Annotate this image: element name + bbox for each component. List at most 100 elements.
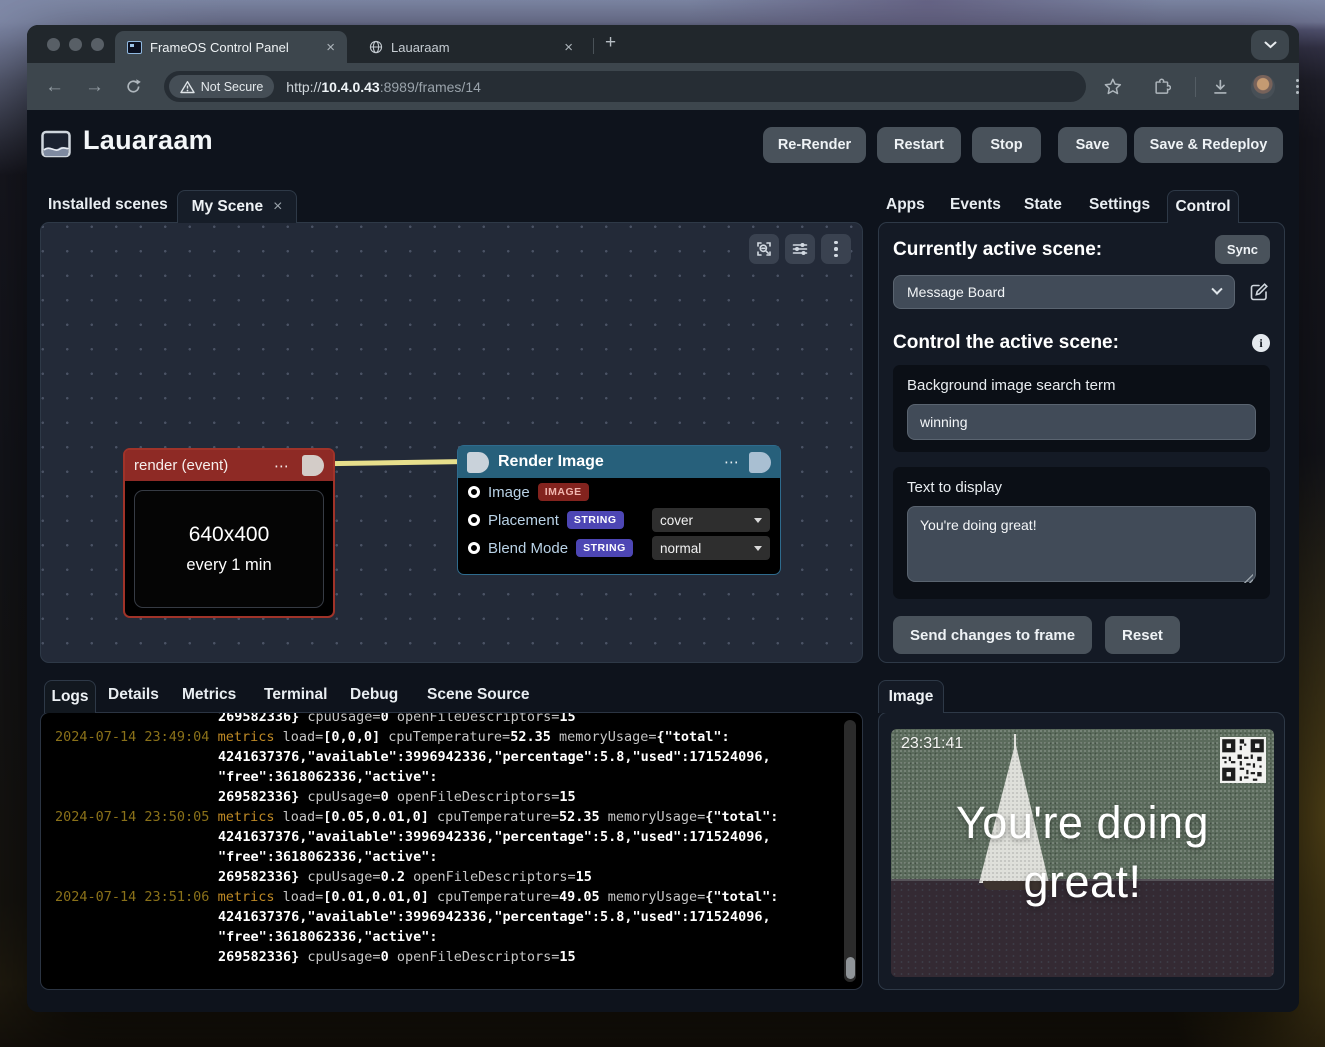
tab-control[interactable]: Control xyxy=(1167,190,1239,223)
downloads-icon[interactable] xyxy=(1211,78,1230,96)
node-title: Render Image xyxy=(498,453,604,471)
not-secure-label: Not Secure xyxy=(201,80,264,94)
browser-toolbar: ← → Not Secure http://10.4.0.43:8989/fra… xyxy=(27,63,1299,110)
kebab-menu-icon xyxy=(834,241,838,258)
preview-timestamp: 23:31:41 xyxy=(901,735,963,753)
log-scrollbar-thumb[interactable] xyxy=(846,957,855,979)
sync-button[interactable]: Sync xyxy=(1215,235,1270,264)
node-render-event[interactable]: render (event) ⋯ 640x400 every 1 min xyxy=(123,448,335,618)
extensions-icon[interactable] xyxy=(1152,77,1171,96)
log-output-panel[interactable]: 269582336} cpuUsage=0 openFileDescriptor… xyxy=(40,712,863,990)
field-input-socket[interactable] xyxy=(468,486,480,498)
tab-events[interactable]: Events xyxy=(950,196,1001,214)
field-type-badge: STRING xyxy=(576,539,633,557)
node-field-blend-mode: Blend Mode STRING normal xyxy=(458,534,780,562)
forward-button[interactable]: → xyxy=(85,77,104,96)
control-panel: Currently active scene: Sync Message Boa… xyxy=(878,222,1285,663)
re-render-button[interactable]: Re-Render xyxy=(763,127,866,163)
field-label: Blend Mode xyxy=(488,540,568,557)
restart-button[interactable]: Restart xyxy=(877,127,961,163)
node-output-connector[interactable] xyxy=(302,455,324,476)
tab-details[interactable]: Details xyxy=(108,686,159,704)
node-input-connector[interactable] xyxy=(467,452,489,473)
save-button[interactable]: Save xyxy=(1058,127,1127,163)
minimize-window-icon[interactable] xyxy=(69,38,82,51)
send-changes-button[interactable]: Send changes to frame xyxy=(893,616,1092,654)
close-scene-tab-icon[interactable]: × xyxy=(273,198,282,216)
not-secure-badge[interactable]: Not Secure xyxy=(169,75,275,98)
placement-select[interactable]: cover xyxy=(652,508,770,532)
url-path: :8989/frames/14 xyxy=(380,79,481,95)
browser-tab-frameos[interactable]: FrameOS Control Panel × xyxy=(115,31,347,63)
node-menu-icon[interactable]: ⋯ xyxy=(724,453,740,471)
back-button[interactable]: ← xyxy=(45,77,64,96)
edit-scene-button[interactable] xyxy=(1248,281,1270,303)
profile-avatar[interactable] xyxy=(1251,75,1275,99)
tab-state[interactable]: State xyxy=(1024,196,1062,214)
browser-tab-lauaraam[interactable]: Lauaraam × xyxy=(357,31,585,63)
warning-icon xyxy=(180,80,195,94)
canvas-settings-button[interactable] xyxy=(785,234,815,264)
close-tab-icon[interactable]: × xyxy=(564,39,573,56)
url-bar[interactable]: Not Secure http://10.4.0.43:8989/frames/… xyxy=(164,71,1086,102)
node-menu-icon[interactable]: ⋯ xyxy=(274,457,290,475)
tab-settings[interactable]: Settings xyxy=(1089,196,1150,214)
overlay-line-2: great! xyxy=(891,852,1274,911)
field-input-socket[interactable] xyxy=(468,514,480,526)
frameos-favicon-icon xyxy=(127,41,142,54)
scene-select-value: Message Board xyxy=(907,284,1005,300)
frameos-logo-icon xyxy=(41,129,71,159)
scene-editor-canvas[interactable]: render (event) ⋯ 640x400 every 1 min Ren… xyxy=(40,222,863,663)
save-redeploy-button[interactable]: Save & Redeploy xyxy=(1134,127,1283,163)
url-scheme: http:// xyxy=(286,79,321,95)
node-render-image-header[interactable]: Render Image ⋯ xyxy=(458,446,780,478)
canvas-menu-button[interactable] xyxy=(821,234,851,264)
node-render-image[interactable]: Render Image ⋯ Image IMAGE Placement STR… xyxy=(457,445,781,575)
tab-separator xyxy=(593,38,594,54)
tab-metrics[interactable]: Metrics xyxy=(182,686,236,704)
tab-logs[interactable]: Logs xyxy=(44,680,96,713)
tab-debug[interactable]: Debug xyxy=(350,686,398,704)
tab-search-button[interactable] xyxy=(1251,30,1289,60)
blend-mode-value: normal xyxy=(660,541,701,556)
log-scrollbar[interactable] xyxy=(844,720,856,982)
node-body: 640x400 every 1 min xyxy=(125,481,333,617)
field-input-socket[interactable] xyxy=(468,542,480,554)
render-interval: every 1 min xyxy=(186,556,271,575)
search-term-input[interactable] xyxy=(907,404,1256,440)
node-render-event-header[interactable]: render (event) ⋯ xyxy=(125,450,333,481)
active-scene-heading: Currently active scene: xyxy=(893,239,1102,261)
tab-my-scene[interactable]: My Scene × xyxy=(177,190,297,223)
text-display-textarea[interactable]: You're doing great! xyxy=(907,506,1256,582)
tab-installed-scenes[interactable]: Installed scenes xyxy=(48,196,168,214)
new-tab-button[interactable]: + xyxy=(605,32,616,54)
reset-button[interactable]: Reset xyxy=(1105,616,1180,654)
stop-button[interactable]: Stop xyxy=(972,127,1041,163)
zoom-fit-icon xyxy=(755,240,773,258)
reload-button[interactable] xyxy=(125,78,142,95)
tab-scene-source[interactable]: Scene Source xyxy=(427,686,530,704)
info-icon[interactable]: i xyxy=(1252,334,1270,352)
scene-select[interactable]: Message Board xyxy=(893,275,1235,309)
bookmark-star-icon[interactable] xyxy=(1103,77,1123,97)
globe-icon xyxy=(369,40,383,54)
toolbar-divider xyxy=(1195,77,1196,97)
image-preview-panel: 23:31:41 You' xyxy=(878,712,1285,990)
window-controls[interactable] xyxy=(47,38,104,51)
close-tab-icon[interactable]: × xyxy=(326,39,335,56)
tab-apps[interactable]: Apps xyxy=(886,196,925,214)
tab-terminal[interactable]: Terminal xyxy=(264,686,327,704)
tab-image[interactable]: Image xyxy=(878,680,944,713)
placement-value: cover xyxy=(660,513,693,528)
zoom-to-fit-button[interactable] xyxy=(749,234,779,264)
browser-menu-icon[interactable] xyxy=(1296,79,1299,94)
tab-control-label: Control xyxy=(1175,198,1230,216)
close-window-icon[interactable] xyxy=(47,38,60,51)
url-host: 10.4.0.43 xyxy=(321,79,379,95)
browser-window: FrameOS Control Panel × Lauaraam × + ← → xyxy=(27,25,1299,1012)
blend-mode-select[interactable]: normal xyxy=(652,536,770,560)
maximize-window-icon[interactable] xyxy=(91,38,104,51)
overlay-line-1: You're doing xyxy=(891,793,1274,852)
preview-overlay-text: You're doing great! xyxy=(891,793,1274,911)
node-output-connector[interactable] xyxy=(749,452,771,473)
